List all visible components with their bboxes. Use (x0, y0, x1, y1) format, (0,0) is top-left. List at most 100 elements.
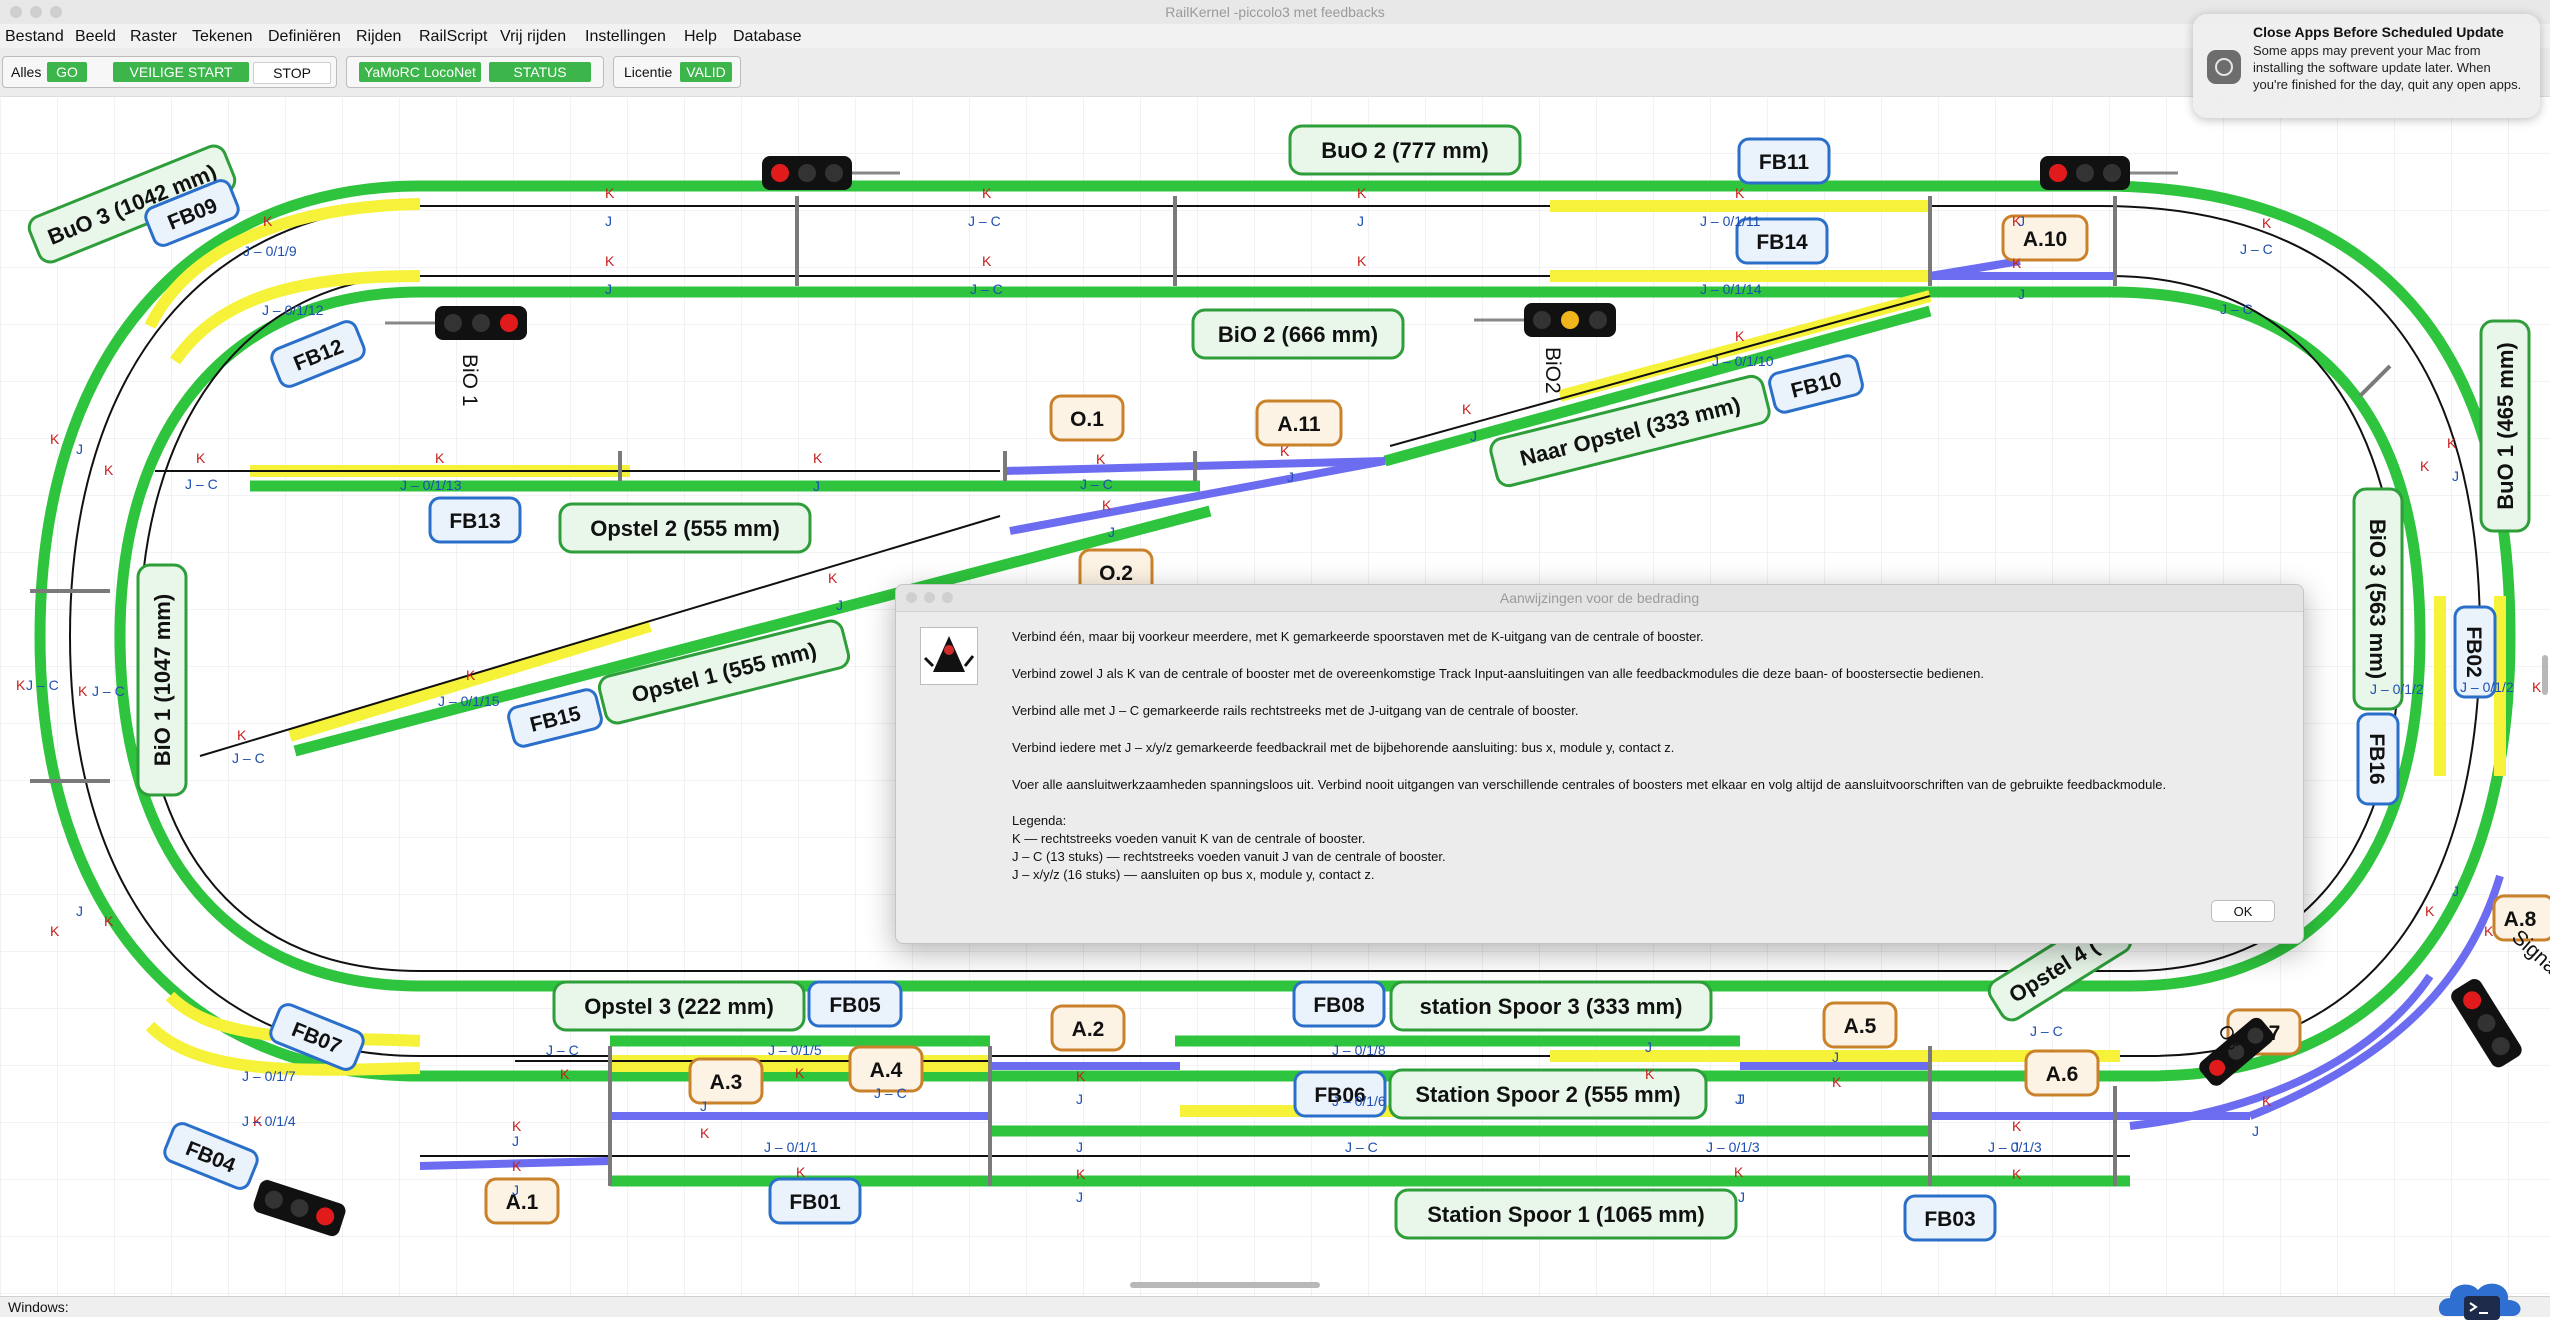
fb02-label[interactable]: FB02 (2462, 626, 2485, 677)
notification-body: Some apps may prevent your Mac from inst… (2253, 43, 2522, 92)
rail-mark-k: K (263, 213, 273, 229)
fb08-label[interactable]: FB08 (1313, 994, 1365, 1017)
rail-mark-jc: J – C (2240, 241, 2273, 257)
rail-mark-k: K (2012, 1118, 2022, 1134)
dialog-line-1: Verbind één, maar bij voorkeur meerdere,… (1012, 629, 1704, 644)
rail-mark-j: J (512, 1182, 519, 1198)
fb13-label[interactable]: FB13 (449, 510, 500, 533)
rail-mark-k: K (796, 1164, 806, 1180)
fb16-label[interactable]: FB16 (2365, 733, 2388, 784)
rail-mark-fb-0-1-7: J – 0/1/7 (242, 1068, 296, 1084)
rail-mark-k: K (605, 253, 615, 269)
rail-mark-fb-0-1-5: J – 0/1/5 (768, 1042, 822, 1058)
rail-mark-j: J (700, 1098, 707, 1114)
menu-raster[interactable]: Raster (130, 28, 177, 46)
rail-mark-k: K (1280, 443, 1290, 459)
dialog-legend-jxyz: J – x/y/z (16 stuks) — aansluiten op bus… (1012, 867, 1375, 882)
menu-tekenen[interactable]: Tekenen (192, 28, 253, 46)
a1-label[interactable]: A.1 (506, 1191, 539, 1214)
menu-definieren[interactable]: Definiëren (268, 28, 341, 46)
rail-mark-j: J (1108, 524, 1115, 540)
rail-mark-j: J (512, 1133, 519, 1149)
rail-mark-j: J (605, 281, 612, 297)
rail-mark-k: K (1734, 1164, 1744, 1180)
rail-mark-fb-0-1-14: J – 0/1/14 (1700, 281, 1762, 297)
connection-group: YaMoRC LocoNet STATUS (346, 56, 604, 88)
label-buo-2: BuO 2 (777 mm) (1321, 138, 1489, 163)
rail-mark-j: J (1076, 1139, 1083, 1155)
update-notification[interactable]: Close Apps Before Scheduled Update Some … (2193, 14, 2540, 118)
rail-mark-j: J (1076, 1091, 1083, 1107)
a3-label[interactable]: A.3 (710, 1071, 743, 1094)
rail-mark-j: J (76, 903, 83, 919)
rail-mark-k: K (196, 450, 206, 466)
signal-bio-1-label: BiO 1 (458, 354, 481, 407)
rail-mark-jc: J – C (185, 476, 218, 492)
a11-label[interactable]: A.11 (1277, 413, 1321, 436)
menu-bestand[interactable]: Bestand (5, 28, 64, 46)
status-button[interactable]: STATUS (489, 62, 591, 82)
go-button[interactable]: GO (47, 62, 87, 82)
rail-mark-jc: J – C (26, 677, 59, 693)
fb05-label[interactable]: FB05 (829, 994, 881, 1017)
rail-mark-k: K (982, 253, 992, 269)
rail-mark-k: K (2420, 458, 2430, 474)
a4-label[interactable]: A.4 (870, 1059, 903, 1082)
label-station-spoor-1: Station Spoor 1 (1065 mm) (1427, 1202, 1705, 1227)
menu-vrij-rijden[interactable]: Vrij rijden (500, 28, 566, 46)
rail-mark-k: K (700, 1125, 710, 1141)
rail-mark-k: K (1102, 497, 1112, 513)
a10-label[interactable]: A.10 (2023, 228, 2067, 251)
rail-mark-fb-0-1-11: J – 0/1/11 (1700, 213, 1761, 229)
rail-mark-k: K (1096, 451, 1106, 467)
fb14-label[interactable]: FB14 (1756, 231, 1808, 254)
terminal-icon[interactable] (2436, 1276, 2526, 1326)
rail-mark-k: K (605, 185, 615, 201)
rail-mark-j: J (1357, 213, 1364, 229)
menu-help[interactable]: Help (684, 28, 717, 46)
rail-mark-k: K (2484, 923, 2494, 939)
rail-mark-k: K (1645, 1066, 1655, 1082)
signal-bio-2-label: BiO2 (1541, 347, 1564, 394)
fb01-label[interactable]: FB01 (789, 1191, 841, 1214)
fb03-label[interactable]: FB03 (1924, 1208, 1975, 1231)
rail-mark-k: K (1076, 1068, 1086, 1084)
o2-label[interactable]: O.2 (1099, 562, 1133, 585)
fb11-label[interactable]: FB11 (1759, 151, 1810, 174)
rail-mark-fb-0-1-13: J – 0/1/13 (400, 477, 462, 493)
dialog-line-5: Voer alle aansluitwerkzaamheden spanning… (1012, 777, 2167, 792)
rail-mark-j: J (2018, 213, 2025, 229)
menu-instellingen[interactable]: Instellingen (585, 28, 666, 46)
rail-mark-jc: J – C (1345, 1139, 1378, 1155)
rail-mark-fb-0-1-9: J – 0/1/9 (243, 243, 297, 259)
a5-label[interactable]: A.5 (1844, 1015, 1877, 1038)
rail-mark-j: J (1832, 1049, 1839, 1065)
menu-database[interactable]: Database (733, 28, 802, 46)
a6-label[interactable]: A.6 (2046, 1063, 2079, 1086)
rail-mark-fb-0-1-8: J – 0/1/8 (1332, 1042, 1386, 1058)
menu-railscript[interactable]: RailScript (419, 28, 487, 46)
horizontal-scrollbar[interactable] (1130, 1282, 1320, 1288)
rail-mark-k: K (795, 1065, 805, 1081)
windows-label: Windows: (8, 1299, 69, 1315)
ok-button[interactable]: OK (2211, 900, 2275, 922)
rail-mark-k: K (1357, 253, 1367, 269)
rail-mark-j: J (2252, 1123, 2259, 1139)
veilige-start-button[interactable]: VEILIGE START (113, 62, 249, 82)
rail-mark-fb-0-1-10: J – 0/1/10 (1712, 353, 1774, 369)
o1-label[interactable]: O.1 (1070, 408, 1104, 431)
rail-mark-k: K (237, 727, 247, 743)
menu-rijden[interactable]: Rijden (356, 28, 401, 46)
rail-mark-k: K (2262, 1093, 2272, 1109)
rail-mark-j: J (836, 597, 843, 613)
rail-mark-k: K (982, 185, 992, 201)
vertical-scrollbar[interactable] (2542, 655, 2548, 695)
toolbar: Alles GO VEILIGE START STOP YaMoRC LocoN… (0, 48, 2550, 97)
rail-mark-j: J (2018, 286, 2025, 302)
rail-mark-j: J (1470, 428, 1477, 444)
dialog-line-2: Verbind zowel J als K van de centrale of… (1012, 666, 1984, 681)
a2-label[interactable]: A.2 (1072, 1018, 1105, 1041)
yamorc-loconet-button[interactable]: YaMoRC LocoNet (359, 62, 481, 82)
stop-button[interactable]: STOP (253, 62, 331, 84)
menu-beeld[interactable]: Beeld (75, 28, 116, 46)
